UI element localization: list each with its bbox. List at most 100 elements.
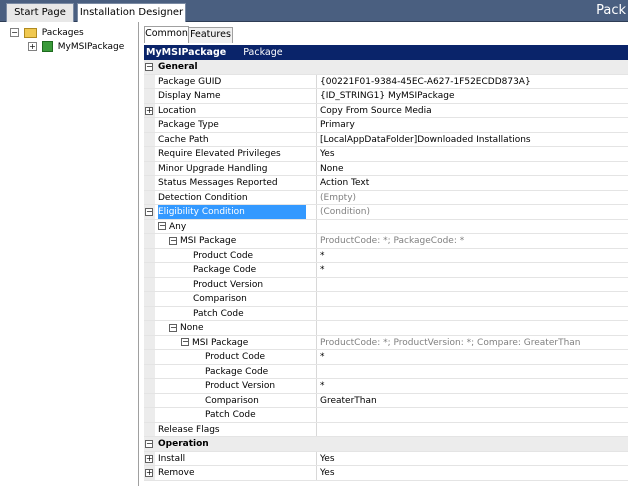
window-title: Pack: [596, 3, 626, 18]
property-row[interactable]: Product Version *: [144, 379, 628, 394]
property-row[interactable]: Comparison GreaterThan: [144, 393, 628, 408]
property-value[interactable]: ProductCode: *; PackageCode: *: [320, 234, 628, 248]
property-label: Package Type: [155, 118, 317, 132]
property-label: Package Code: [155, 364, 317, 378]
expand-icon[interactable]: +: [145, 454, 153, 463]
object-name: MyMSIPackage: [146, 47, 227, 58]
property-row[interactable]: + Install Yes: [144, 451, 628, 466]
property-row[interactable]: − MSI Package ProductCode: *; ProductVers…: [144, 335, 628, 350]
property-row[interactable]: Minor Upgrade Handling None: [144, 161, 628, 176]
folder-icon: [23, 27, 37, 38]
property-value[interactable]: ProductCode: *; ProductVersion: *; Compa…: [320, 336, 628, 350]
property-label: Eligibility Condition: [155, 205, 317, 219]
property-row[interactable]: Product Version: [144, 277, 628, 292]
property-label: Product Version: [155, 277, 317, 291]
collapse-icon[interactable]: −: [10, 28, 19, 37]
property-value[interactable]: *: [320, 263, 628, 277]
property-value[interactable]: Yes: [320, 466, 628, 480]
property-label: Remove: [155, 466, 317, 480]
property-value[interactable]: (Condition): [320, 205, 628, 219]
property-value[interactable]: Copy From Source Media: [320, 104, 628, 118]
collapse-icon[interactable]: −: [145, 63, 153, 71]
tab-features[interactable]: Features: [188, 27, 233, 43]
property-value[interactable]: {00221F01-9384-45EC-A627-1F52ECDD873A}: [320, 75, 628, 89]
property-row[interactable]: − MSI Package ProductCode: *; PackageCode…: [144, 234, 628, 249]
property-value[interactable]: Primary: [320, 118, 628, 132]
tab-installation-designer[interactable]: Installation Designer: [77, 3, 186, 23]
property-row[interactable]: Comparison: [144, 292, 628, 307]
property-label: Require Elevated Privileges: [155, 147, 317, 161]
property-label: Display Name: [155, 89, 317, 103]
property-label: Location: [155, 103, 317, 117]
property-value[interactable]: (Empty): [320, 191, 628, 205]
property-row[interactable]: Detection Condition (Empty): [144, 190, 628, 205]
property-row[interactable]: Package Code *: [144, 263, 628, 278]
property-row[interactable]: Package Code: [144, 364, 628, 379]
tree-item-packages[interactable]: − Packages: [10, 27, 84, 41]
selected-label: Eligibility Condition: [158, 205, 306, 219]
property-row[interactable]: Product Code *: [144, 350, 628, 365]
property-row[interactable]: + Location Copy From Source Media: [144, 103, 628, 118]
property-grid: − General Package GUID {00221F01-9384-45…: [144, 60, 628, 481]
property-value[interactable]: Action Text: [320, 176, 628, 190]
category-label: General: [158, 62, 198, 72]
collapse-icon[interactable]: −: [169, 323, 177, 332]
expand-icon[interactable]: +: [145, 106, 153, 115]
property-value[interactable]: [320, 365, 628, 379]
package-icon: [41, 41, 53, 52]
category-general[interactable]: − General: [144, 60, 628, 75]
property-row[interactable]: Patch Code: [144, 306, 628, 321]
collapse-icon[interactable]: −: [145, 440, 153, 448]
tree-item-label: Packages: [41, 28, 84, 38]
property-label: Product Code: [155, 248, 317, 262]
property-label: Status Messages Reported: [155, 176, 317, 190]
property-value[interactable]: None: [320, 162, 628, 176]
category-operation[interactable]: − Operation: [144, 437, 628, 452]
property-label: Comparison: [155, 393, 317, 407]
property-label: Release Flags: [155, 422, 317, 436]
property-label: − Any: [155, 219, 317, 233]
property-row[interactable]: Patch Code: [144, 408, 628, 423]
property-value[interactable]: Yes: [320, 147, 628, 161]
property-value[interactable]: *: [320, 379, 628, 393]
property-label: Patch Code: [155, 306, 317, 320]
property-value[interactable]: [320, 423, 628, 437]
property-value[interactable]: *: [320, 350, 628, 364]
collapse-icon[interactable]: −: [181, 338, 189, 346]
object-type: Package: [243, 47, 283, 58]
property-row[interactable]: Release Flags: [144, 422, 628, 437]
tree-item-mymsipackage[interactable]: + MyMSIPackage: [28, 41, 124, 55]
property-row[interactable]: Status Messages Reported Action Text: [144, 176, 628, 191]
property-row[interactable]: Package Type Primary: [144, 118, 628, 133]
property-row[interactable]: Require Elevated Privileges Yes: [144, 147, 628, 162]
expand-icon[interactable]: +: [145, 469, 153, 477]
tab-start-page[interactable]: Start Page: [6, 3, 74, 22]
property-row[interactable]: − None: [144, 321, 628, 336]
property-value[interactable]: {ID_STRING1} MyMSIPackage: [320, 89, 628, 103]
property-row[interactable]: Package GUID {00221F01-9384-45EC-A627-1F…: [144, 74, 628, 89]
property-row-selected[interactable]: − Eligibility Condition (Condition): [144, 205, 628, 220]
property-value[interactable]: [320, 408, 628, 422]
property-value[interactable]: Yes: [320, 452, 628, 466]
property-value[interactable]: [320, 292, 628, 306]
property-row[interactable]: + Remove Yes: [144, 466, 628, 481]
property-label: Minor Upgrade Handling: [155, 161, 317, 175]
property-label: Install: [155, 451, 317, 465]
property-value[interactable]: GreaterThan: [320, 394, 628, 408]
property-value[interactable]: [LocalAppDataFolder]Downloaded Installat…: [320, 133, 628, 147]
property-label: Cache Path: [155, 132, 317, 146]
expand-icon[interactable]: +: [28, 42, 37, 51]
collapse-icon[interactable]: −: [158, 222, 166, 230]
tree-item-label: MyMSIPackage: [57, 42, 125, 52]
property-row[interactable]: Cache Path [LocalAppDataFolder]Downloade…: [144, 132, 628, 147]
property-row[interactable]: Display Name {ID_STRING1} MyMSIPackage: [144, 89, 628, 104]
property-label: Comparison: [155, 292, 317, 306]
property-value[interactable]: [320, 278, 628, 292]
tab-common[interactable]: Common: [144, 26, 189, 43]
property-value[interactable]: [320, 307, 628, 321]
property-row[interactable]: − Any: [144, 219, 628, 234]
collapse-icon[interactable]: −: [145, 208, 153, 216]
property-row[interactable]: Product Code *: [144, 248, 628, 263]
property-value[interactable]: *: [320, 249, 628, 263]
collapse-icon[interactable]: −: [169, 236, 177, 245]
